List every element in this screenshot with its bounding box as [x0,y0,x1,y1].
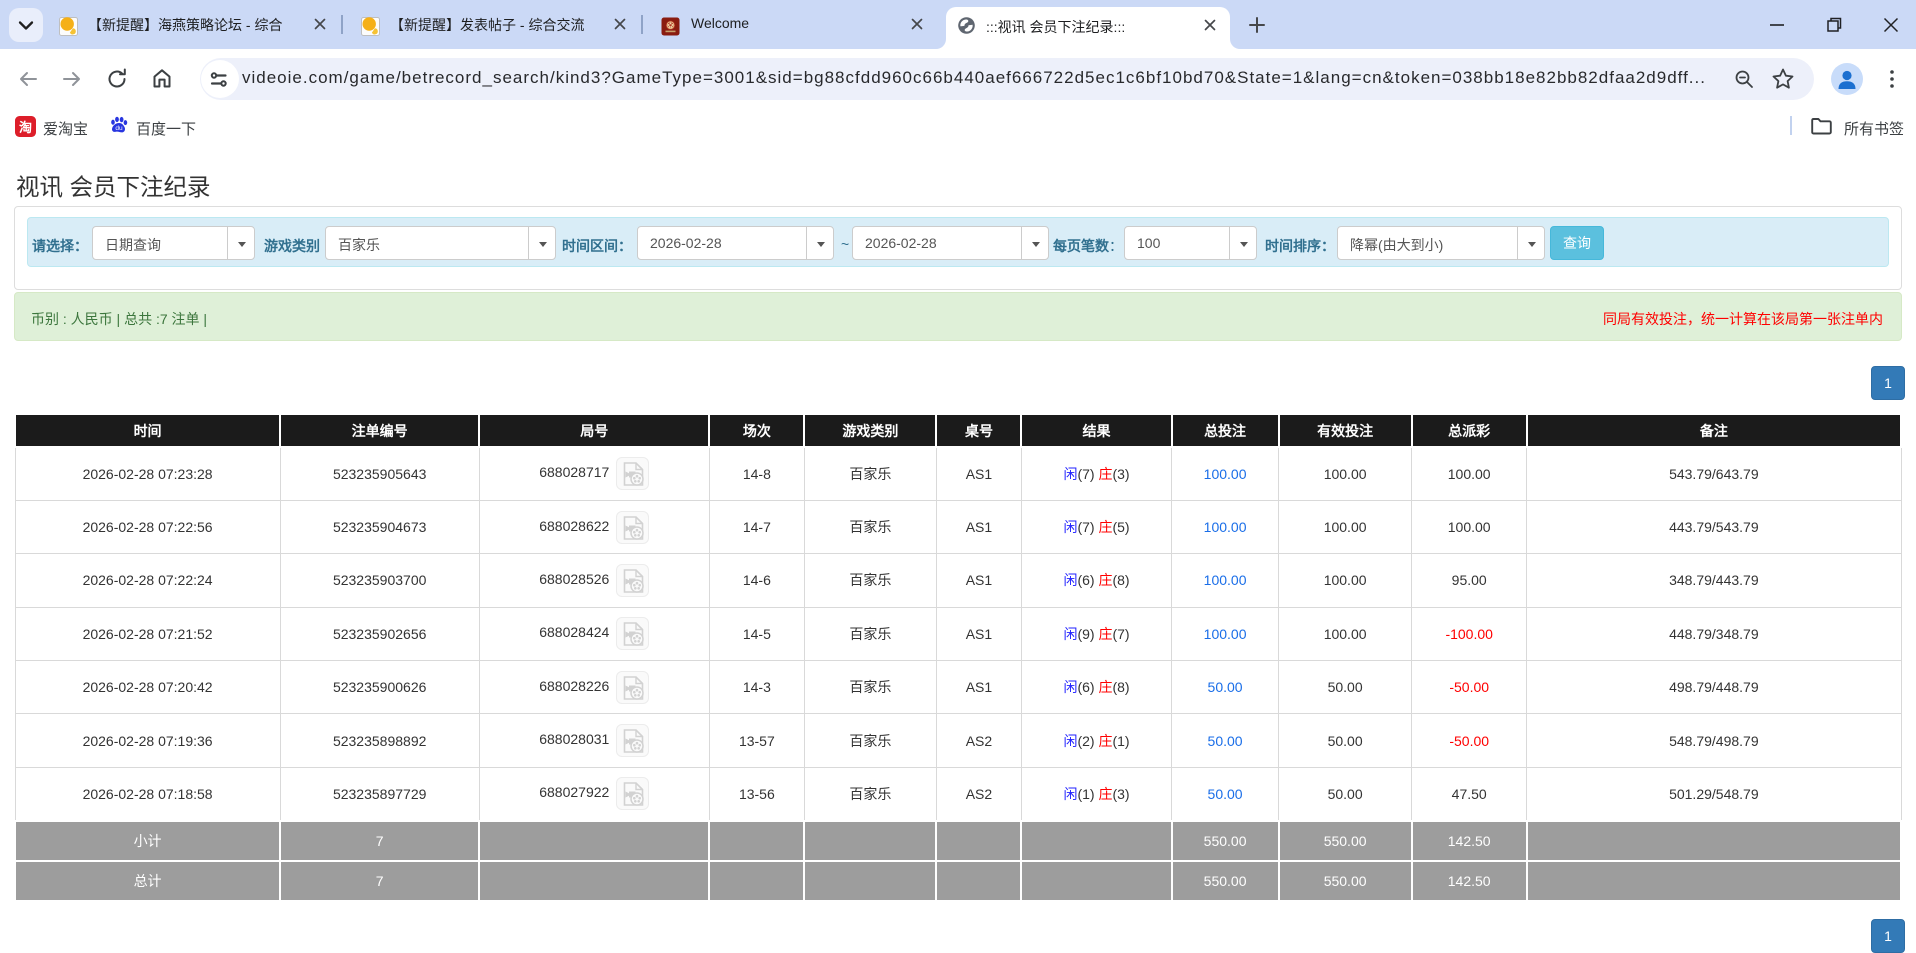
svg-text:淘: 淘 [19,120,32,135]
svg-text:du: du [115,125,123,132]
